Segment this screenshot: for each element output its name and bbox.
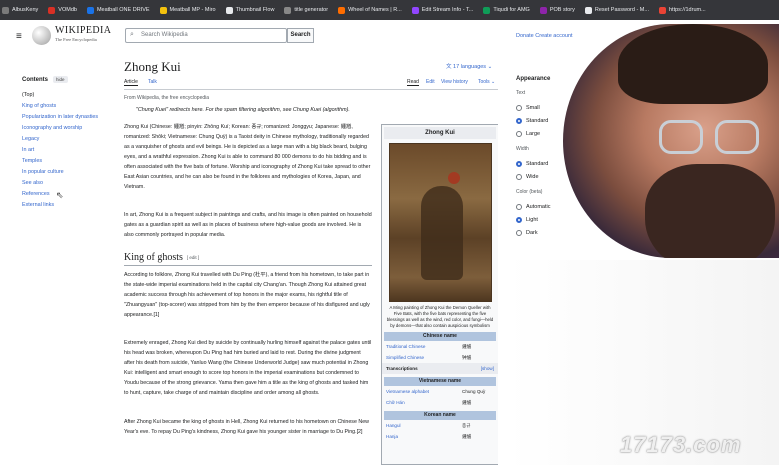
search-button[interactable]: Search xyxy=(287,28,314,43)
search-placeholder: Search Wikipedia xyxy=(141,32,188,38)
intro-paragraph: Zhong Kui (Chinese: 鍾馗; pinyin: Zhōng Ku… xyxy=(124,124,371,190)
bookmark-icon xyxy=(225,6,233,14)
bookmark-item[interactable]: AlbusKeny xyxy=(2,6,38,14)
radio-selected-icon[interactable] xyxy=(516,117,522,124)
toc-item[interactable]: Temples xyxy=(22,156,117,167)
infobox-row: Hangul 종규 xyxy=(386,422,471,429)
bookmark-item[interactable]: Thumbnail Flow xyxy=(225,6,274,14)
hamburger-menu-icon[interactable]: ≡ xyxy=(16,31,22,42)
language-selector[interactable]: 文 17 languages ⌄ xyxy=(446,62,492,70)
color-option[interactable]: Dark xyxy=(516,226,606,239)
show-toggle[interactable]: [show] xyxy=(462,366,494,371)
toc-item[interactable]: In art xyxy=(22,145,117,156)
bookmark-icon xyxy=(483,6,491,14)
radio-icon[interactable] xyxy=(516,229,522,236)
radio-icon[interactable] xyxy=(516,130,522,137)
toc-item[interactable]: See also xyxy=(22,178,117,189)
bookmark-icon xyxy=(338,6,346,14)
intro-paragraph-2: In art, Zhong Kui is a frequent subject … xyxy=(124,212,372,238)
bookmark-item[interactable]: Tiqudi for AMG xyxy=(483,6,530,14)
page-title: Zhong Kui xyxy=(124,59,181,74)
bookmark-item[interactable]: POB story xyxy=(539,6,575,14)
article-content: Zhong Kui 文 17 languages ⌄ Article Talk … xyxy=(124,54,498,465)
infobox-painting[interactable] xyxy=(388,143,492,302)
body-paragraph: After Zhong Kui became the king of ghost… xyxy=(124,419,369,435)
bookmark-item[interactable]: Edit Stream Info - T... xyxy=(411,6,473,14)
site-subtitle: From Wikipedia, the free encyclopedia xyxy=(124,95,210,101)
table-of-contents: Contents hide (Top) King of ghosts Popul… xyxy=(22,76,117,211)
bookmark-icon xyxy=(2,6,9,14)
infobox-row: Vietnamese alphabet Chung Quỳ xyxy=(386,389,486,394)
bookmark-icon xyxy=(539,6,547,14)
radio-icon[interactable] xyxy=(516,173,522,180)
section-heading-king-of-ghosts: King of ghosts[ edit ] xyxy=(124,252,372,266)
infobox-section-korean: Korean name xyxy=(384,411,496,420)
toc-item[interactable]: (Top) xyxy=(22,90,117,101)
bookmark-icon xyxy=(411,6,419,14)
bookmark-icon xyxy=(159,6,167,14)
tab-view-history[interactable]: View history xyxy=(441,79,468,85)
bookmark-item[interactable]: VOMdb xyxy=(48,6,77,14)
infobox-row: Traditional Chinese 鍾馗 xyxy=(386,343,472,350)
toc-item[interactable]: Popularization in later dynasties xyxy=(22,112,117,123)
hatnote: "Chung Kuei" redirects here. For the spa… xyxy=(136,107,350,113)
bookmark-item[interactable]: Meatball MP - Miro xyxy=(159,6,216,14)
toc-item[interactable]: References xyxy=(22,189,117,200)
search-icon: ⌕ xyxy=(130,31,134,38)
wikipedia-globe-logo[interactable] xyxy=(32,26,51,45)
toc-hide-button[interactable]: hide xyxy=(53,76,68,83)
body-paragraph: Extremely enraged, Zhong Kui died by sui… xyxy=(124,340,372,396)
toc-item[interactable]: King of ghosts xyxy=(22,101,117,112)
infobox-row: Simplified Chinese 钟馗 xyxy=(386,354,472,361)
bookmark-icon xyxy=(658,6,666,14)
infobox-row: Chữ Hán 鍾馗 xyxy=(386,399,472,406)
infobox-caption: A Ming painting of Zhong Kui the Demon Q… xyxy=(386,305,494,328)
radio-selected-icon[interactable] xyxy=(516,216,522,223)
bookmark-item[interactable]: title generator xyxy=(284,6,328,14)
radio-selected-icon[interactable] xyxy=(516,160,522,167)
bookmark-item[interactable]: Reset Password - M... xyxy=(584,6,649,14)
mouse-cursor-icon: ⇖ xyxy=(56,190,64,200)
body-paragraph: According to folklore, Zhong Kui travell… xyxy=(124,272,370,318)
tab-read[interactable]: Read xyxy=(407,79,419,86)
bookmark-icon xyxy=(86,6,94,14)
infobox-section-vietnamese: Vietnamese name xyxy=(384,377,496,386)
toc-item[interactable]: Iconography and worship xyxy=(22,123,117,134)
bookmark-item[interactable]: Wheel of Names | R... xyxy=(338,6,402,14)
infobox-row: Transcriptions [show] xyxy=(382,363,498,374)
tab-tools[interactable]: Tools ⌄ xyxy=(478,79,495,85)
account-links[interactable]: Donate Create account xyxy=(516,33,573,39)
toc-item[interactable]: External links xyxy=(22,200,117,211)
toc-item[interactable]: Legacy xyxy=(22,134,117,145)
bookmark-item[interactable]: https://1drum... xyxy=(658,6,706,14)
bookmark-item[interactable]: Meatball ONE DRIVE xyxy=(86,6,150,14)
bookmark-icon xyxy=(48,6,56,14)
bookmarks-bar: AlbusKeny VOMdb Meatball ONE DRIVE Meatb… xyxy=(0,0,779,20)
tab-article[interactable]: Article xyxy=(124,79,138,86)
wikipedia-tagline: The Free Encyclopedia xyxy=(55,37,97,42)
site-watermark: 17173.com xyxy=(620,432,742,457)
bookmark-icon xyxy=(584,6,592,14)
tab-edit[interactable]: Edit xyxy=(426,79,435,85)
search-input[interactable]: ⌕ Search Wikipedia xyxy=(125,28,287,43)
infobox-title: Zhong Kui xyxy=(384,127,496,139)
infobox-row: Hanja 鍾馗 xyxy=(386,433,472,440)
toc-title: Contents xyxy=(22,76,48,83)
radio-icon[interactable] xyxy=(516,104,522,111)
webcam-overlay xyxy=(563,24,779,258)
infobox-section-chinese: Chinese name xyxy=(384,332,496,341)
bookmark-icon xyxy=(284,6,292,14)
tab-talk[interactable]: Talk xyxy=(148,79,157,85)
infobox: Zhong Kui A Ming painting of Zhong Kui t… xyxy=(381,124,498,465)
wikipedia-wordmark[interactable]: WIKIPEDIA xyxy=(55,25,111,36)
radio-icon[interactable] xyxy=(516,203,522,210)
toc-item[interactable]: In popular culture xyxy=(22,167,117,178)
section-edit-link[interactable]: [ edit ] xyxy=(187,255,199,260)
page-tabs: Article Talk Read Edit View history Tool… xyxy=(124,78,498,90)
